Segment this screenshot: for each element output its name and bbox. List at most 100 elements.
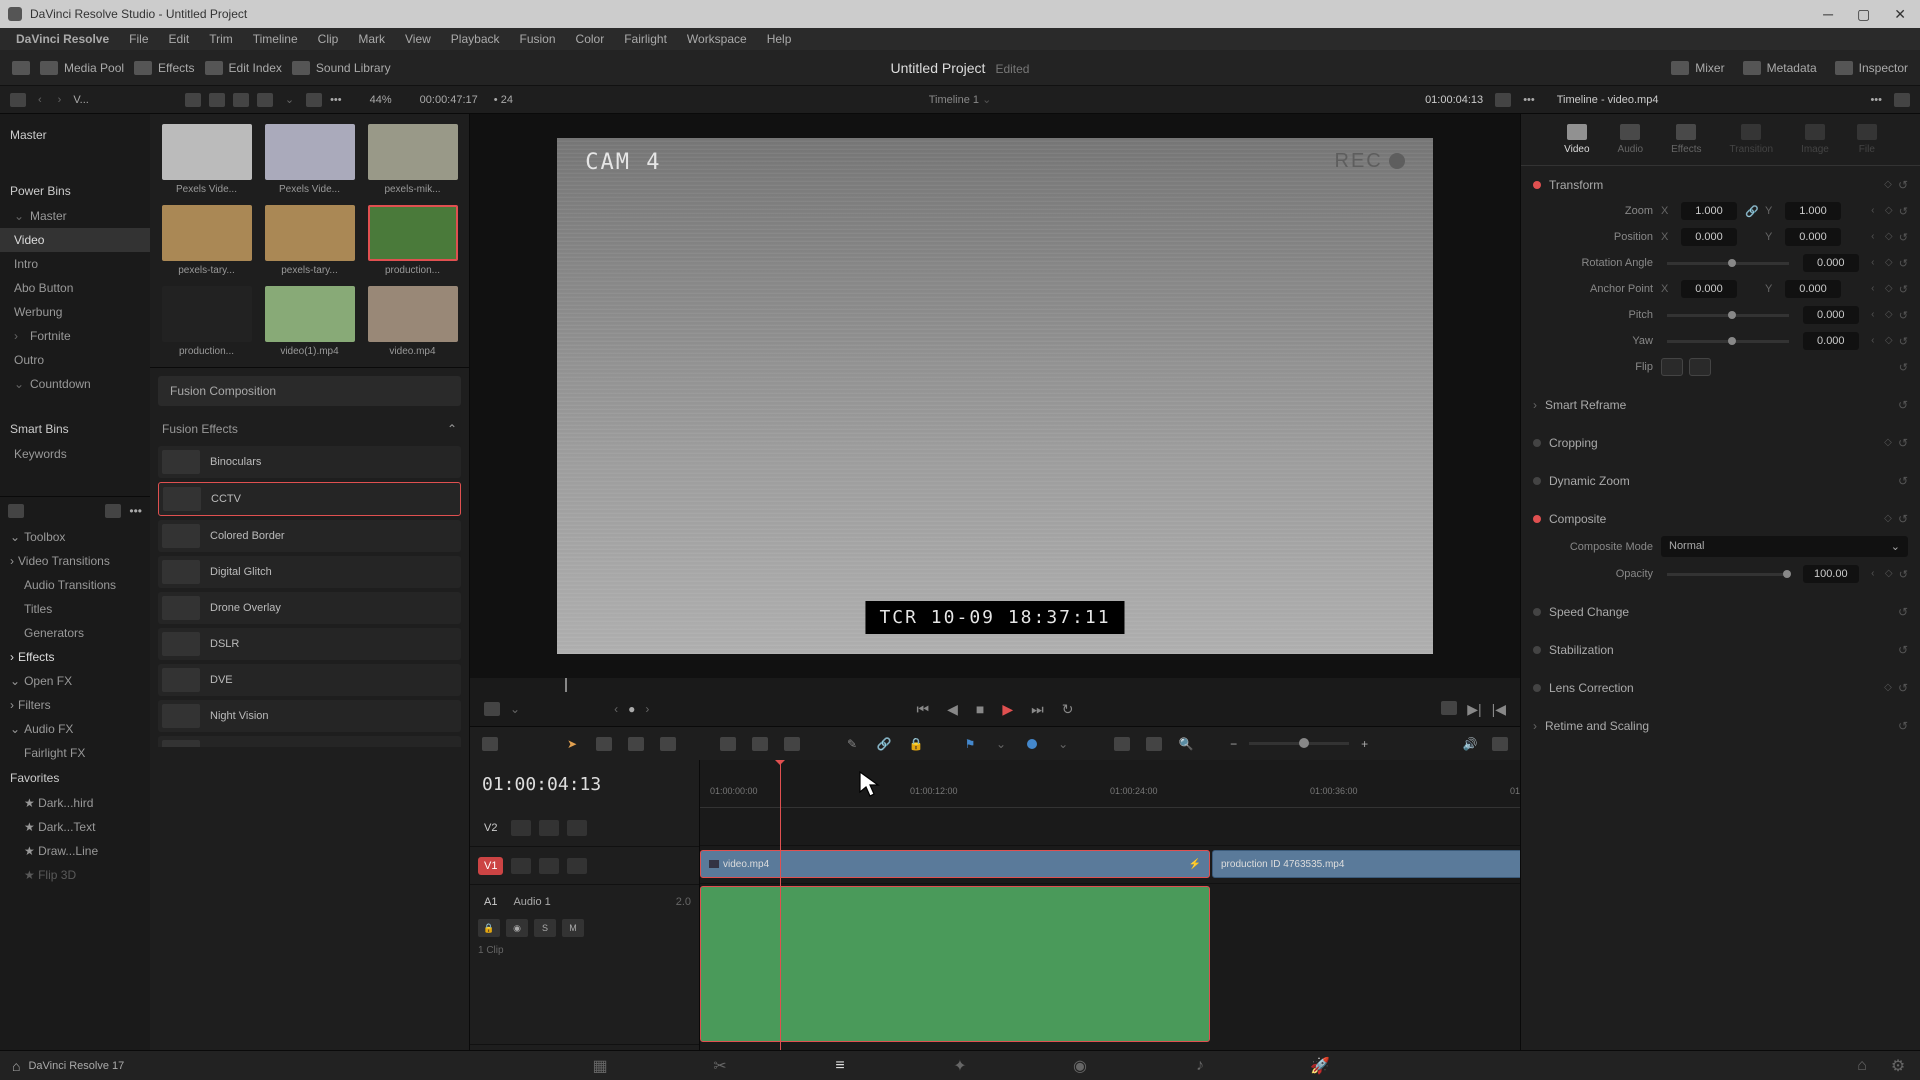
keywords-bin[interactable]: Keywords [0, 442, 150, 466]
sound-library-toggle[interactable]: Sound Library [292, 61, 391, 75]
bin-view-icon[interactable] [10, 93, 26, 107]
audio-meter-icon[interactable]: 🔊 [1460, 735, 1480, 753]
v2-enable[interactable] [567, 820, 587, 836]
pos-x[interactable] [1681, 228, 1737, 246]
dynamic-zoom-head[interactable]: Dynamic Zoom↺ [1533, 468, 1908, 494]
menu-app[interactable]: DaVinci Resolve [8, 30, 117, 48]
match-frame-icon[interactable] [484, 702, 500, 716]
menu-fairlight[interactable]: Fairlight [616, 30, 675, 48]
stabilization-head[interactable]: Stabilization↺ [1533, 637, 1908, 663]
filters[interactable]: ›Filters [0, 693, 150, 717]
list-view-icon[interactable] [233, 93, 249, 107]
nav-back[interactable]: ‹ [34, 94, 46, 106]
a1-curve[interactable]: ◉ [506, 919, 528, 937]
v2-head[interactable]: V2 [470, 809, 699, 847]
viewer-options[interactable]: ••• [1523, 94, 1535, 106]
master-bin[interactable]: Master [0, 122, 150, 148]
composite-mode-select[interactable]: Normal⌄ [1661, 536, 1908, 557]
settings-icon[interactable]: ⚙ [1888, 1056, 1908, 1076]
anchor-y[interactable] [1785, 280, 1841, 298]
mixer-toggle[interactable]: Mixer [1671, 61, 1724, 75]
blade-tool[interactable] [658, 735, 678, 753]
grid-view-icon[interactable] [209, 93, 225, 107]
v1-enable[interactable] [567, 858, 587, 874]
full-viewer-icon[interactable] [1441, 701, 1457, 715]
prev-edit[interactable]: ‹ [610, 702, 622, 716]
fusion-page[interactable]: ✦ [950, 1056, 970, 1076]
nav-fwd[interactable]: › [54, 94, 66, 106]
fx-binoculars[interactable]: Binoculars [158, 446, 461, 478]
zoom-x[interactable] [1681, 202, 1737, 220]
a1-solo[interactable]: S [534, 919, 556, 937]
zoom-out[interactable]: − [1230, 737, 1237, 751]
track-area[interactable]: 01:00:00:00 01:00:12:00 01:00:24:00 01:0… [700, 760, 1520, 1050]
media-page[interactable]: ▦ [590, 1056, 610, 1076]
search-dropdown[interactable]: ⌄ [281, 93, 298, 106]
fx-cctv[interactable]: CCTV [158, 482, 461, 516]
generators[interactable]: Generators [0, 621, 150, 645]
composite-head[interactable]: Composite◇↺ [1533, 506, 1908, 532]
toolbox-item[interactable]: ⌄Toolbox [0, 525, 150, 549]
cut-page[interactable]: ✂ [710, 1056, 730, 1076]
zoom-y[interactable] [1785, 202, 1841, 220]
fx-dve[interactable]: DVE [158, 664, 461, 696]
clip-5[interactable]: pexels-tary... [263, 205, 356, 276]
menu-mark[interactable]: Mark [350, 30, 393, 48]
clip-3[interactable]: pexels-mik... [366, 124, 459, 195]
yaw-input[interactable] [1803, 332, 1859, 350]
replace-tool[interactable] [782, 735, 802, 753]
fav-2[interactable]: ★ Dark...Text [0, 815, 150, 839]
fx-digital-glitch[interactable]: Digital Glitch [158, 556, 461, 588]
menu-view[interactable]: View [397, 30, 439, 48]
fav-3[interactable]: ★ Draw...Line [0, 839, 150, 863]
yaw-slider[interactable] [1667, 340, 1789, 343]
project-manager-icon[interactable]: ⌂ [1852, 1056, 1872, 1076]
pitch-input[interactable] [1803, 306, 1859, 324]
flag-dropdown[interactable]: ⌄ [992, 737, 1010, 751]
search-icon[interactable] [257, 93, 273, 107]
zoom-slider[interactable] [1249, 742, 1349, 745]
ruler[interactable]: 01:00:00:00 01:00:12:00 01:00:24:00 01:0… [700, 760, 1520, 808]
bin-abo[interactable]: Abo Button [0, 276, 150, 300]
bin-countdown[interactable]: ⌄Countdown [0, 372, 150, 396]
link-icon[interactable]: 🔗 [874, 735, 894, 753]
openfx[interactable]: ⌄Open FX [0, 669, 150, 693]
bin-fortnite[interactable]: ›Fortnite [0, 324, 150, 348]
flag-icon[interactable]: ⚑ [960, 735, 980, 753]
clip-9[interactable]: video.mp4 [366, 286, 459, 357]
close-button[interactable]: ✕ [1888, 6, 1912, 23]
minimize-button[interactable]: ─ [1817, 6, 1839, 23]
tab-effects[interactable]: Effects [1671, 124, 1701, 155]
fullscreen-toggle[interactable] [12, 61, 30, 75]
maximize-button[interactable]: ▢ [1851, 6, 1876, 23]
viewer[interactable]: CAM 4 REC TCR 10-09 18:37:11 [470, 114, 1520, 678]
flip-h[interactable] [1661, 358, 1683, 376]
next-edit[interactable]: › [641, 702, 653, 716]
transform-reset[interactable]: ↺ [1898, 178, 1908, 192]
v1-auto[interactable] [539, 858, 559, 874]
video-transitions[interactable]: ›Video Transitions [0, 549, 150, 573]
clip-2[interactable]: Pexels Vide... [263, 124, 356, 195]
linked-selection[interactable]: ✎ [842, 735, 862, 753]
menu-playback[interactable]: Playback [443, 30, 508, 48]
smart-reframe-head[interactable]: ›Smart Reframe↺ [1533, 392, 1908, 418]
fairlight-page[interactable]: ♪ [1190, 1056, 1210, 1076]
retime-head[interactable]: ›Retime and Scaling↺ [1533, 713, 1908, 739]
color-page[interactable]: ◉ [1070, 1056, 1090, 1076]
edit-page[interactable]: ≡ [830, 1056, 850, 1076]
deliver-page[interactable]: 🚀 [1310, 1056, 1330, 1076]
lens-head[interactable]: Lens Correction◇↺ [1533, 675, 1908, 701]
zoom-key[interactable]: ◇ [1883, 205, 1895, 217]
menu-workspace[interactable]: Workspace [679, 30, 755, 48]
opacity-slider[interactable] [1667, 573, 1789, 576]
out-point[interactable]: ▶| [1467, 701, 1481, 718]
play[interactable]: ▶ [1002, 701, 1013, 718]
lock-icon[interactable]: 🔒 [906, 735, 926, 753]
dynamic-trim-tool[interactable] [626, 735, 646, 753]
zoom-search-icon[interactable]: 🔍 [1176, 735, 1196, 753]
thumbnail-view-icon[interactable] [185, 93, 201, 107]
marker-icon[interactable] [1022, 735, 1042, 753]
playhead[interactable] [780, 760, 781, 1050]
power-master[interactable]: ⌄Master [0, 204, 150, 228]
zoom-in[interactable]: + [1361, 737, 1368, 751]
